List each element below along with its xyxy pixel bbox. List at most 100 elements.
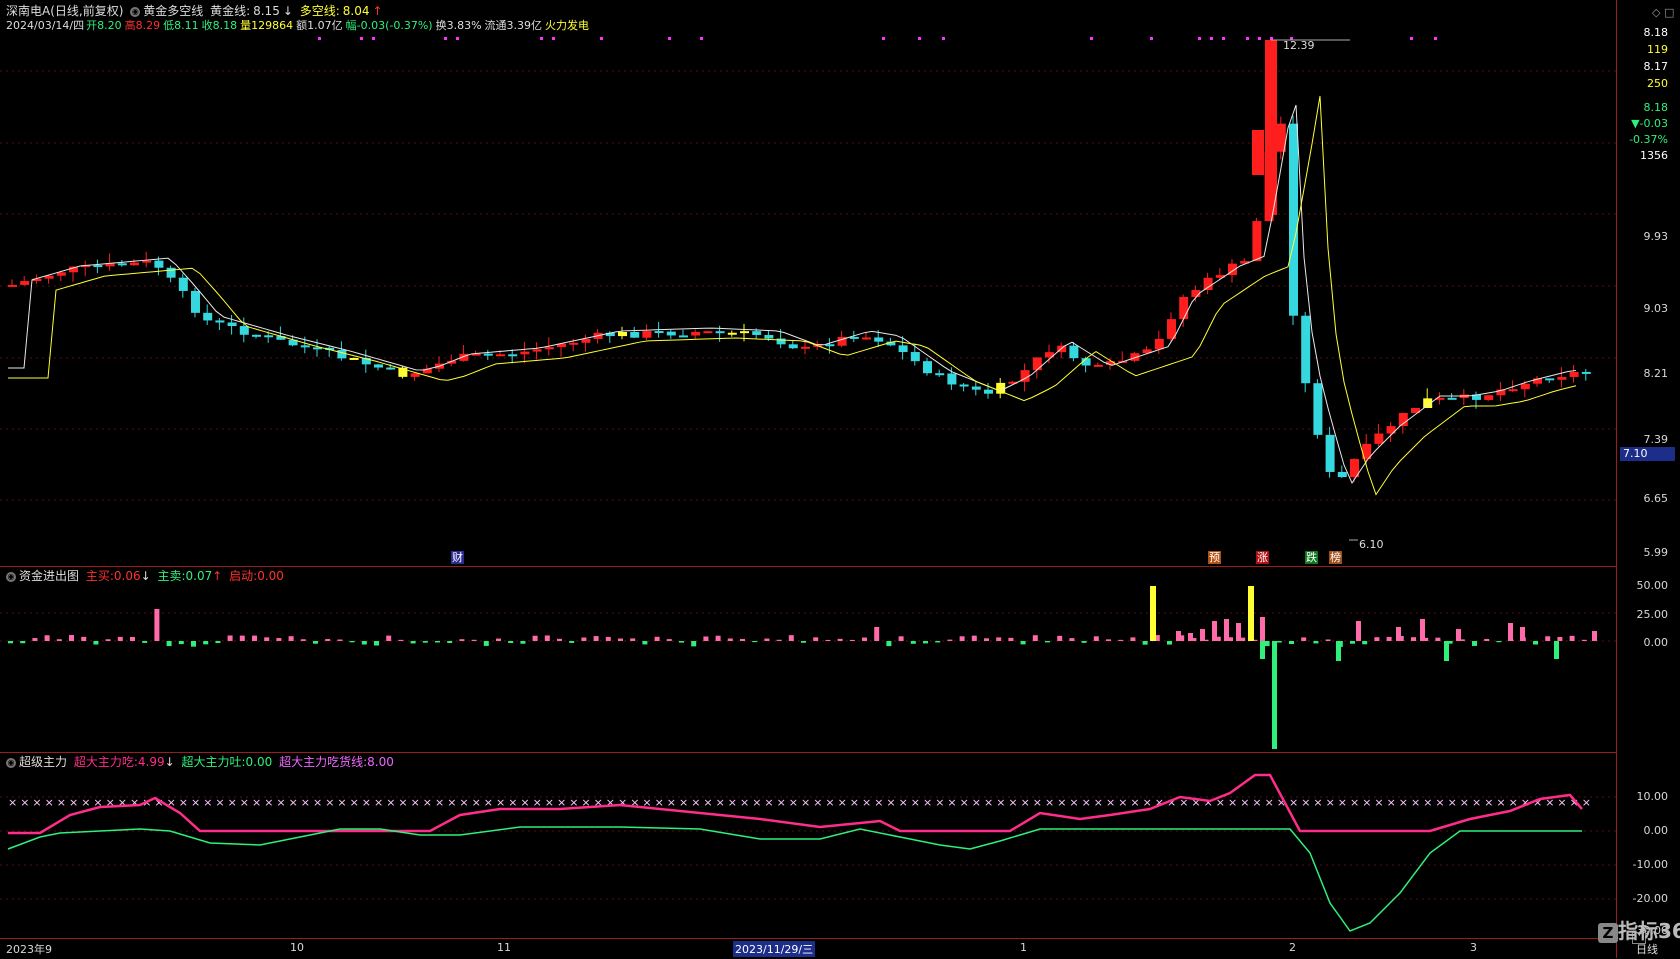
flow-bar — [862, 637, 867, 641]
flow-axis-label: 0.00 — [1643, 636, 1669, 649]
event-dot — [1198, 37, 1201, 40]
candle-body — [935, 373, 945, 376]
eat-line-marker: × — [545, 796, 554, 809]
eat-line-marker: × — [557, 796, 566, 809]
flow-bar — [910, 641, 916, 644]
flow-bar — [776, 639, 782, 641]
eat-line-marker: × — [1423, 796, 1432, 809]
flow-bar — [849, 639, 855, 641]
flow-bar — [1008, 637, 1014, 641]
eat-line-marker: × — [484, 796, 493, 809]
candle-body — [349, 357, 359, 360]
candlestick-chart[interactable] — [0, 0, 1616, 566]
low-mark-label: 6.10 — [1359, 538, 1384, 551]
eat-line-marker: × — [8, 796, 17, 809]
flow-bar — [288, 636, 294, 641]
candle-body — [679, 335, 688, 338]
indicator-name[interactable]: 黄金多空线 — [143, 4, 203, 18]
event-dot — [1258, 37, 1261, 40]
main-title[interactable]: 超级主力 — [19, 755, 67, 769]
flow-bar — [1200, 629, 1205, 641]
badge-rank[interactable]: 榜 — [1329, 551, 1342, 564]
eat-line-marker: × — [728, 796, 737, 809]
amount-label: 额 — [296, 19, 308, 32]
candle-body — [923, 361, 932, 374]
flow-bar — [44, 635, 50, 641]
candle-body — [8, 284, 17, 287]
flow-bar — [264, 637, 270, 641]
event-dot — [918, 37, 921, 40]
fund-flow-chart[interactable] — [0, 567, 1616, 753]
flow-bar — [386, 635, 392, 641]
main-toggle-icon[interactable]: ◉ — [6, 757, 16, 768]
change-value: -0.03(-0.37%) — [356, 19, 433, 32]
eat-line-marker: × — [203, 796, 212, 809]
concept-tag[interactable]: 火力发电 — [545, 19, 589, 32]
high-label: 高 — [124, 19, 136, 32]
flow-bar — [1356, 621, 1361, 641]
candle-body — [1252, 221, 1262, 262]
badge-limit-down[interactable]: 跌 — [1305, 551, 1318, 564]
brand-text: 指标365 — [1618, 919, 1680, 943]
fund-flow-panel[interactable] — [0, 566, 1616, 753]
event-dot — [444, 37, 447, 40]
eat-line-marker: × — [1350, 796, 1359, 809]
flow-title[interactable]: 资金进出图 — [19, 569, 79, 583]
super-main-force-chart[interactable]: × × × × × × × × × × × × × × × × × × × × × × × × × × × × × × × × × × × × × × × ×… — [0, 753, 1616, 939]
float-label: 流通 — [484, 19, 507, 32]
candle-body — [252, 334, 261, 337]
eat-line-marker: × — [362, 796, 371, 809]
candle-body — [740, 331, 749, 334]
indicator-toggle-icon[interactable]: ◉ — [130, 6, 141, 17]
eat-line-marker: × — [264, 796, 273, 809]
eat-line-marker: × — [984, 796, 993, 809]
super-main-force-panel[interactable]: × × × × × × × × × × × × × × × × × × × × × × × × × × × × × × × × × × × × × × × ×… — [0, 752, 1616, 939]
badge-forecast[interactable]: 预 — [1208, 551, 1221, 564]
eat-line-marker: × — [862, 796, 871, 809]
flow-bar — [1411, 637, 1416, 641]
flow-bar — [971, 635, 977, 641]
price-axis-label: 9.03 — [1643, 302, 1669, 315]
flow-bar — [654, 636, 660, 641]
flow-toggle-icon[interactable]: ◉ — [6, 571, 16, 582]
eat-line-marker: × — [240, 796, 249, 809]
candle-body — [191, 290, 200, 313]
flow-bar — [1106, 639, 1111, 641]
eat-line-marker: × — [703, 796, 712, 809]
candle-body — [154, 260, 164, 268]
main-axis-label: 10.00 — [1636, 790, 1669, 803]
vol-value: 129864 — [251, 19, 294, 32]
candle-body — [166, 267, 176, 278]
eat-line-marker: × — [69, 796, 78, 809]
eat-line-marker: × — [20, 796, 29, 809]
gold-line-series — [8, 104, 1577, 485]
eat-line-marker: × — [960, 796, 969, 809]
candle-body — [691, 331, 701, 336]
rt-price3: 8.18 — [1643, 101, 1669, 114]
event-dot — [668, 37, 671, 40]
eat-line-marker: × — [813, 796, 822, 809]
flow-bar — [1224, 619, 1229, 641]
event-dot — [540, 37, 543, 40]
candle-body — [1447, 397, 1457, 400]
candle-body — [264, 335, 274, 338]
eat-line-marker: × — [1387, 796, 1396, 809]
price-chart-panel[interactable] — [0, 0, 1616, 566]
badge-limit-up[interactable]: 涨 — [1256, 551, 1269, 564]
flow-axis-label: 50.00 — [1636, 579, 1669, 592]
gold-line-value: 8.15 — [253, 4, 280, 18]
flow-bar-highlight — [1248, 586, 1254, 641]
flow-bar — [93, 641, 99, 645]
price-header: 深南电A(日线,前复权) ◉ 黄金多空线 黄金线: 8.15 ↓ 多空线: 8.04 ↑ — [6, 4, 386, 18]
eat-line-marker: × — [1435, 796, 1444, 809]
eat-line-marker: × — [923, 796, 932, 809]
sell-arrow-icon: ↑ — [212, 569, 223, 583]
candle-body — [849, 336, 859, 339]
flow-bar — [874, 627, 880, 641]
event-dot — [1222, 37, 1225, 40]
dk-arrow-icon: ↑ — [372, 4, 383, 18]
candle-body — [1337, 471, 1347, 478]
eat-line-marker: × — [435, 796, 444, 809]
badge-finance[interactable]: 财 — [451, 551, 464, 564]
long-short-line-series — [8, 95, 1577, 496]
